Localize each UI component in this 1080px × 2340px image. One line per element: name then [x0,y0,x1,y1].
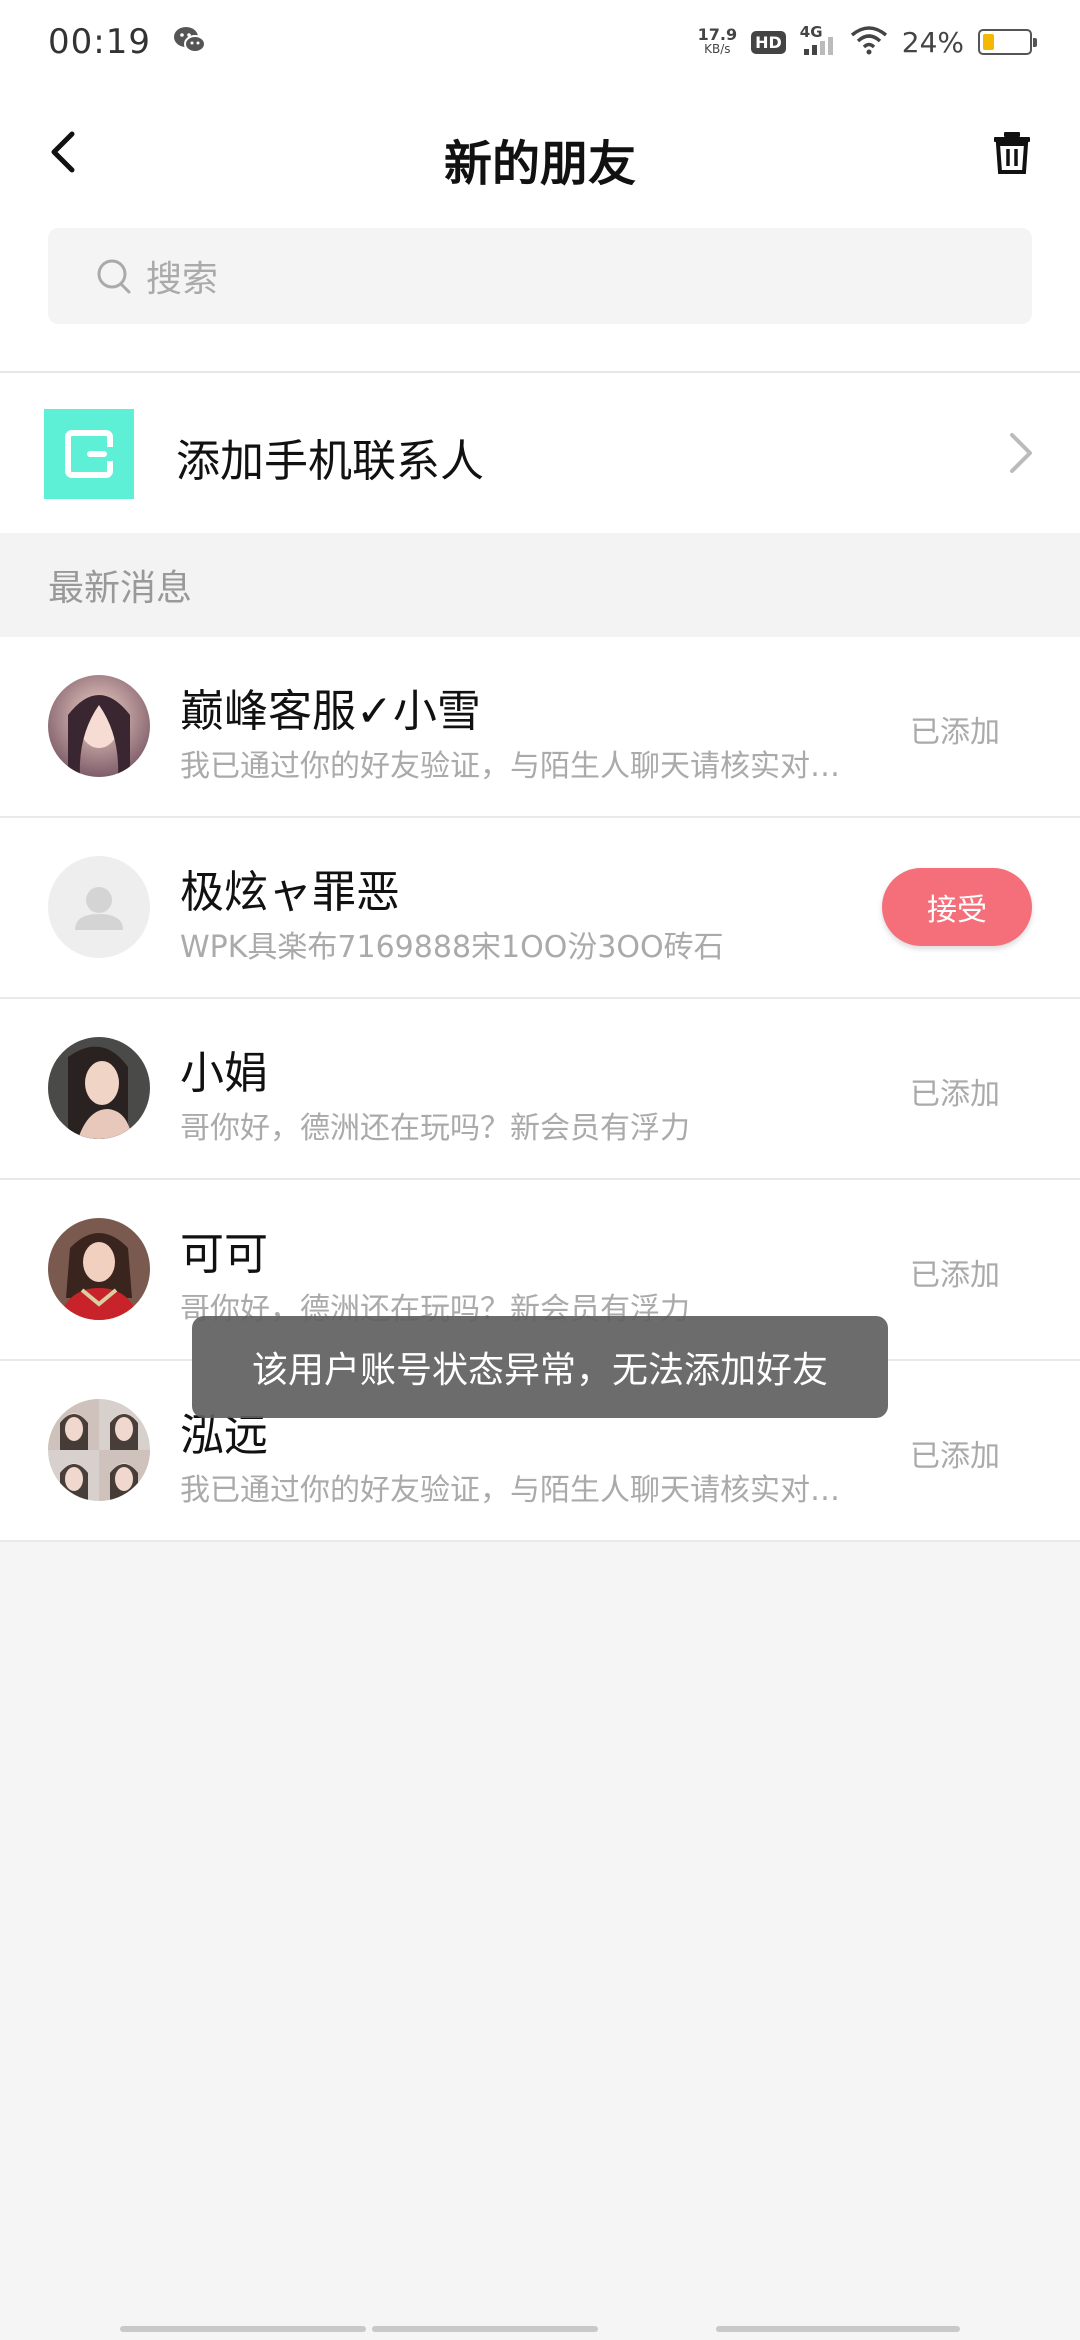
avatar[interactable] [48,1037,150,1139]
avatar[interactable] [48,675,150,777]
request-name: 小娟 [180,1048,268,1099]
avatar[interactable] [48,1399,150,1501]
status-bar: 00:19 17.9 KB/s HD 4G 24% [0,0,1080,84]
trash-icon [994,132,1030,174]
search-area: 搜索 [0,226,1080,372]
friend-request-row[interactable]: 小娟 哥你好，德洲还在玩吗？新会员有浮力 已添加 [0,999,1080,1180]
add-phone-contacts-row[interactable]: 添加手机联系人 [0,373,1080,533]
added-status: 已添加 [910,1258,1000,1293]
added-status: 已添加 [910,715,1000,750]
chevron-right-icon [1010,433,1032,473]
status-time: 00:19 [48,22,151,62]
contacts-icon [44,409,134,499]
request-name: 巅峰客服✓小雪 [180,686,481,737]
search-placeholder: 搜索 [146,259,219,300]
app-header: 新的朋友 [0,84,1080,226]
page-title: 新的朋友 [443,136,636,192]
request-name: 极炫ャ罪恶 [180,867,400,918]
section-header: 最新消息 [0,533,1080,637]
default-avatar[interactable] [48,856,150,958]
friend-request-row[interactable]: 巅峰客服✓小雪 我已通过你的好友验证，与陌生人聊天请核实对方身份 已添加 [0,637,1080,818]
wechat-icon [173,25,207,59]
search-input[interactable]: 搜索 [48,228,1032,324]
request-message: 哥你好，德洲还在玩吗？新会员有浮力 [180,1111,690,1146]
add-contacts-label: 添加手机联系人 [176,436,484,487]
toast-message: 该用户账号状态异常，无法添加好友 [192,1316,888,1418]
delete-button[interactable] [988,128,1036,176]
search-icon [97,259,131,294]
added-status: 已添加 [910,1439,1000,1474]
friend-request-row[interactable]: 极炫ャ罪恶 WPK具楽布7169888宋1OO汾3OO砖石 接受 [0,818,1080,999]
request-message: 我已通过你的好友验证，与陌生人聊天请核实对方身份 [180,749,860,784]
battery-icon [978,29,1037,55]
signal-icon: 4G [800,23,836,57]
battery-percent: 24% [901,25,964,59]
accept-button[interactable]: 接受 [882,868,1032,946]
hd-icon: HD [751,30,786,54]
request-message: 我已通过你的好友验证，与陌生人聊天请核实对方身份 [180,1473,860,1508]
added-status: 已添加 [910,1077,1000,1112]
request-name: 可可 [180,1229,268,1280]
section-title: 最新消息 [48,568,193,609]
avatar[interactable] [48,1218,150,1320]
network-speed: 17.9 KB/s [697,25,738,57]
gesture-nav-bar[interactable] [120,2326,960,2332]
wifi-icon [850,25,888,59]
request-message: WPK具楽布7169888宋1OO汾3OO砖石 [180,930,724,965]
